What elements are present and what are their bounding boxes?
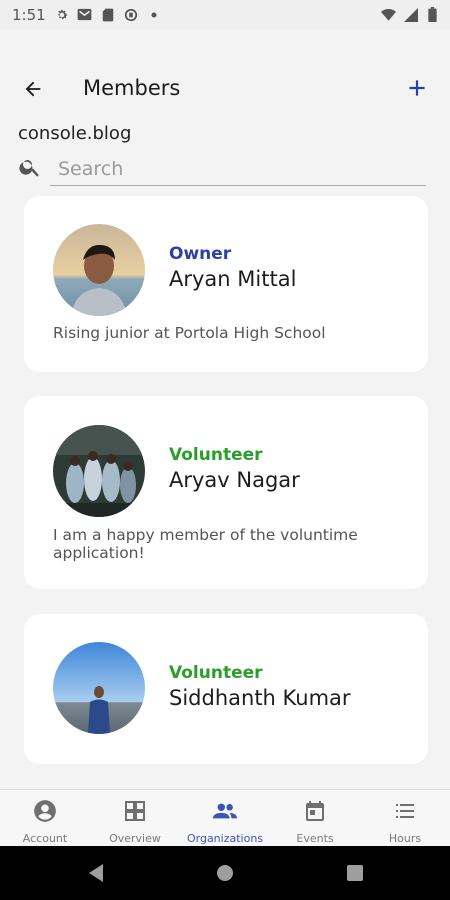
battery-icon bbox=[425, 7, 440, 22]
nav-label: Events bbox=[296, 832, 334, 845]
status-time: 1:51 bbox=[12, 6, 46, 24]
circle-home-icon bbox=[217, 865, 233, 881]
member-name: Aryav Nagar bbox=[169, 468, 300, 492]
triangle-back-icon bbox=[89, 864, 103, 882]
member-avatar bbox=[53, 224, 145, 316]
sd-card-icon bbox=[100, 7, 115, 22]
system-recents-button[interactable] bbox=[343, 861, 367, 885]
bottom-navigation: Account Overview Organizations Events Ho… bbox=[0, 789, 450, 846]
square-recents-icon bbox=[347, 865, 363, 881]
arrow-back-icon bbox=[25, 81, 41, 97]
nav-hours[interactable]: Hours bbox=[360, 790, 450, 846]
system-back-button[interactable] bbox=[84, 861, 108, 885]
wifi-icon bbox=[381, 7, 396, 22]
data-saver-icon bbox=[123, 7, 138, 22]
search-icon bbox=[18, 155, 42, 179]
add-member-button[interactable] bbox=[402, 73, 432, 103]
page-title: Members bbox=[83, 76, 181, 100]
member-bio: I am a happy member of the voluntime app… bbox=[53, 526, 358, 562]
account-icon bbox=[32, 798, 58, 824]
nav-organizations[interactable]: Organizations bbox=[180, 790, 270, 846]
gmail-icon bbox=[77, 7, 92, 22]
more-notifications-dot-icon bbox=[146, 7, 161, 22]
events-icon bbox=[302, 798, 328, 824]
nav-label: Hours bbox=[388, 832, 422, 845]
member-bio: Rising junior at Portola High School bbox=[53, 324, 326, 342]
system-navigation-bar bbox=[0, 846, 450, 900]
search-input[interactable] bbox=[50, 152, 426, 186]
plus-icon bbox=[409, 80, 425, 96]
overview-icon bbox=[122, 798, 148, 824]
nav-overview[interactable]: Overview bbox=[90, 790, 180, 846]
nav-events[interactable]: Events bbox=[270, 790, 360, 846]
system-home-button[interactable] bbox=[213, 861, 237, 885]
app-bar: Members bbox=[0, 30, 450, 120]
nav-label: Overview bbox=[109, 832, 161, 845]
member-role: Volunteer bbox=[169, 663, 263, 683]
hours-icon bbox=[392, 798, 418, 824]
member-name: Siddhanth Kumar bbox=[169, 686, 351, 710]
nav-label: Account bbox=[22, 832, 68, 845]
settings-gear-icon bbox=[54, 7, 69, 22]
member-role: Owner bbox=[169, 244, 232, 264]
member-avatar bbox=[53, 642, 145, 734]
notification-icons bbox=[54, 7, 161, 22]
nav-label: Organizations bbox=[186, 832, 264, 845]
member-card-aryav-nagar[interactable]: Volunteer Aryav Nagar I am a happy membe… bbox=[24, 396, 428, 589]
system-status-icons bbox=[381, 7, 440, 22]
signal-icon bbox=[403, 7, 418, 22]
member-avatar bbox=[53, 425, 145, 517]
member-card-siddhanth-kumar[interactable]: Volunteer Siddhanth Kumar bbox=[24, 614, 428, 764]
status-bar: 1:51 bbox=[0, 0, 450, 30]
organizations-icon bbox=[212, 798, 238, 824]
search-bar bbox=[18, 152, 428, 188]
organization-name: console.blog bbox=[18, 123, 132, 144]
back-button[interactable] bbox=[18, 74, 48, 104]
nav-account[interactable]: Account bbox=[0, 790, 90, 846]
member-role: Volunteer bbox=[169, 445, 263, 465]
member-card-aryan-mittal[interactable]: Owner Aryan Mittal Rising junior at Port… bbox=[24, 196, 428, 372]
member-name: Aryan Mittal bbox=[169, 267, 297, 291]
